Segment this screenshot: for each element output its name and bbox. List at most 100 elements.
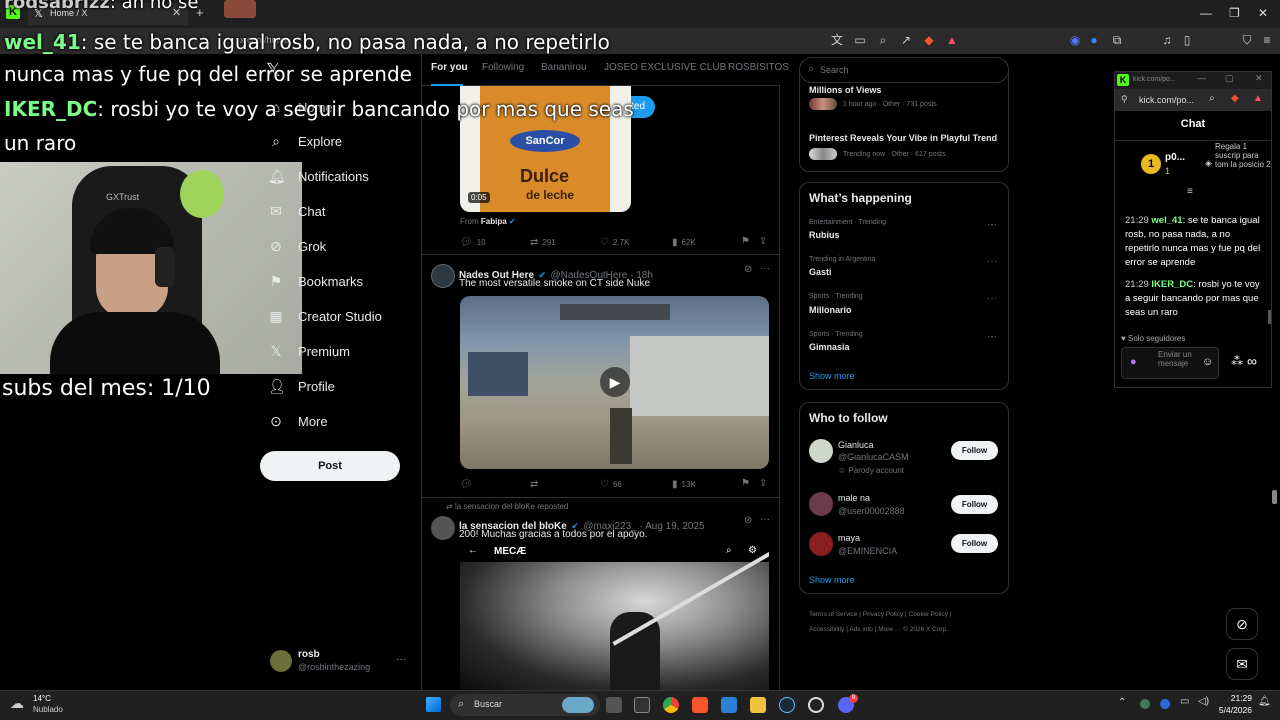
infinity-icon[interactable]: ∞ [1247,353,1257,369]
nav-grok[interactable]: ⊘ Grok [268,235,326,257]
minimize-icon[interactable]: — [1200,6,1212,20]
network-icon[interactable]: ▭ [1180,696,1189,707]
site-settings-icon[interactable]: ⚲ [1121,94,1128,105]
messages-floating-button[interactable]: ✉ [1226,648,1258,680]
like-action[interactable]: ♡ 66 [600,479,622,490]
bookmark-icon[interactable]: ⚑ [741,478,750,489]
volume-icon[interactable]: ◁) [1198,696,1209,707]
trend-more-icon[interactable]: ··· [987,219,997,230]
share-icon[interactable]: ⇪ [759,478,767,489]
steam-icon[interactable] [779,697,795,713]
news-title[interactable]: Millions of Views [809,85,881,95]
zoom-icon[interactable]: ⌕ [876,33,890,47]
grok-floating-button[interactable]: ⊘ [1226,608,1258,640]
tweet-more-icon[interactable]: ··· [760,263,770,274]
tray-app-icon[interactable] [1160,699,1170,709]
post-button[interactable]: Post [260,451,400,481]
tray-app-icon[interactable] [1140,699,1150,709]
nav-more[interactable]: ⊙ More [268,410,328,432]
emote-icon[interactable]: ☺ [1202,356,1213,368]
bookmark-icon[interactable]: ⚑ [741,236,750,247]
repost-action[interactable]: ⇄ [530,479,538,490]
follow-button[interactable]: Follow [951,534,998,553]
profile-icon[interactable]: ⛉ [1240,33,1254,47]
kick-url[interactable]: kick.com/po... [1139,95,1194,105]
vpn-icon[interactable]: ● [1087,33,1101,47]
brave-shield-icon[interactable]: ◆ [922,33,936,47]
close-window-icon[interactable]: ✕ [1255,73,1263,84]
tab-joseo[interactable]: JOSEO EXCLUSIVE CLUB [604,62,726,73]
chat-settings-icon[interactable]: ⁂ [1231,354,1243,368]
media-icon[interactable]: ♫ [1160,33,1174,47]
brave-icon[interactable] [692,697,708,713]
obs-icon[interactable] [808,697,824,713]
translate-icon[interactable]: 文 [830,33,844,47]
trend-more-icon[interactable]: ··· [987,331,997,342]
file-explorer-icon[interactable] [750,697,766,713]
trend-more-icon[interactable]: ··· [987,293,997,304]
wallet-icon[interactable]: ◉ [1068,33,1082,47]
minimize-icon[interactable]: — [1197,73,1206,83]
reply-action[interactable]: 💬︎ 10 [460,237,486,248]
trend-item[interactable]: Gimnasia [809,342,850,352]
maximize-icon[interactable]: ❐ [1229,6,1240,20]
trend-more-icon[interactable]: ··· [987,256,997,267]
nav-explore[interactable]: ⌕ Explore [268,130,342,152]
start-button[interactable] [426,697,441,712]
brave-rewards-icon[interactable]: ▲ [945,33,959,47]
views-action[interactable]: ▮ 13K [672,479,696,490]
brave-rewards-icon[interactable]: ▲ [1253,93,1263,104]
views-action[interactable]: ▮ 62K [672,237,696,248]
nav-notifications[interactable]: 🔔︎ Notifications [268,165,369,187]
tab-rosbisitos[interactable]: ROSBISITOS [728,62,789,73]
chat-input[interactable]: ● Enviar un mensaje ☺ [1121,347,1219,379]
follow-name[interactable]: male na [838,493,870,503]
like-action[interactable]: ♡ 2.7K [600,237,629,248]
account-switcher[interactable]: rosb @rosbinthezazing ··· [268,648,408,678]
follow-button[interactable]: Follow [951,495,998,514]
grok-icon[interactable]: ⊘ [744,515,752,526]
nav-premium[interactable]: 𝕏 Premium [268,340,350,362]
nav-creator-studio[interactable]: ▦ Creator Studio [268,305,381,327]
menu-icon[interactable]: ≡ [1260,33,1274,47]
cast-icon[interactable]: ▭ [853,33,867,47]
clock-time[interactable]: 21:29 [1228,693,1252,703]
nav-profile[interactable]: 👤︎ Profile [268,375,335,397]
chat-scrollbar[interactable] [1268,310,1271,324]
news-title[interactable]: Pinterest Reveals Your Vibe in Playful T… [809,133,997,143]
follow-name[interactable]: Gianluca [838,440,874,450]
tweet-more-icon[interactable]: ··· [760,514,770,525]
store-icon[interactable] [721,697,737,713]
weather-icon[interactable]: ☁ [10,695,24,712]
notification-bell-icon[interactable]: 🔔︎ [1258,696,1271,707]
gift-sub-text[interactable]: Regala 1 suscrip para tom la posicio 2 [1215,142,1271,169]
mic-icon[interactable]: ● [1130,356,1137,368]
task-view-icon[interactable] [606,697,622,713]
reply-action[interactable]: 💬︎ [460,479,473,490]
more-dots-icon[interactable]: ··· [396,654,406,665]
taskbar-search[interactable]: ⌕ Buscar [450,694,600,716]
nav-bookmarks[interactable]: ⚑ Bookmarks [268,270,363,292]
grok-icon[interactable]: ⊘ [744,264,752,275]
zoom-icon[interactable]: ⌕ [1209,93,1215,104]
page-scrollbar[interactable] [1272,490,1277,504]
trend-item[interactable]: Gasti [809,267,832,277]
avatar[interactable] [431,264,455,288]
tab-bananirou[interactable]: Bananirou [541,62,587,73]
avatar[interactable] [809,439,833,463]
tray-chevron-icon[interactable]: ⌃ [1118,697,1126,708]
chrome-icon[interactable] [663,697,679,713]
play-button[interactable]: ▶ [600,367,630,397]
avatar[interactable] [431,516,455,540]
show-more-link[interactable]: Show more [809,575,855,585]
extension-icon[interactable]: ⧉ [1110,33,1124,47]
follow-name[interactable]: maya [838,533,860,543]
trend-item[interactable]: Millonario [809,305,852,315]
brave-shield-icon[interactable]: ◆ [1231,93,1239,104]
maximize-icon[interactable]: ▢ [1225,73,1234,84]
tweet-image[interactable]: ← MECÆ ⌕ ⚙ [460,542,769,690]
repost-action[interactable]: ⇄ 291 [530,237,556,248]
share-icon[interactable]: ↗ [899,33,913,47]
epic-games-icon[interactable] [634,697,650,713]
tweet-video[interactable]: ▶ [460,296,769,469]
